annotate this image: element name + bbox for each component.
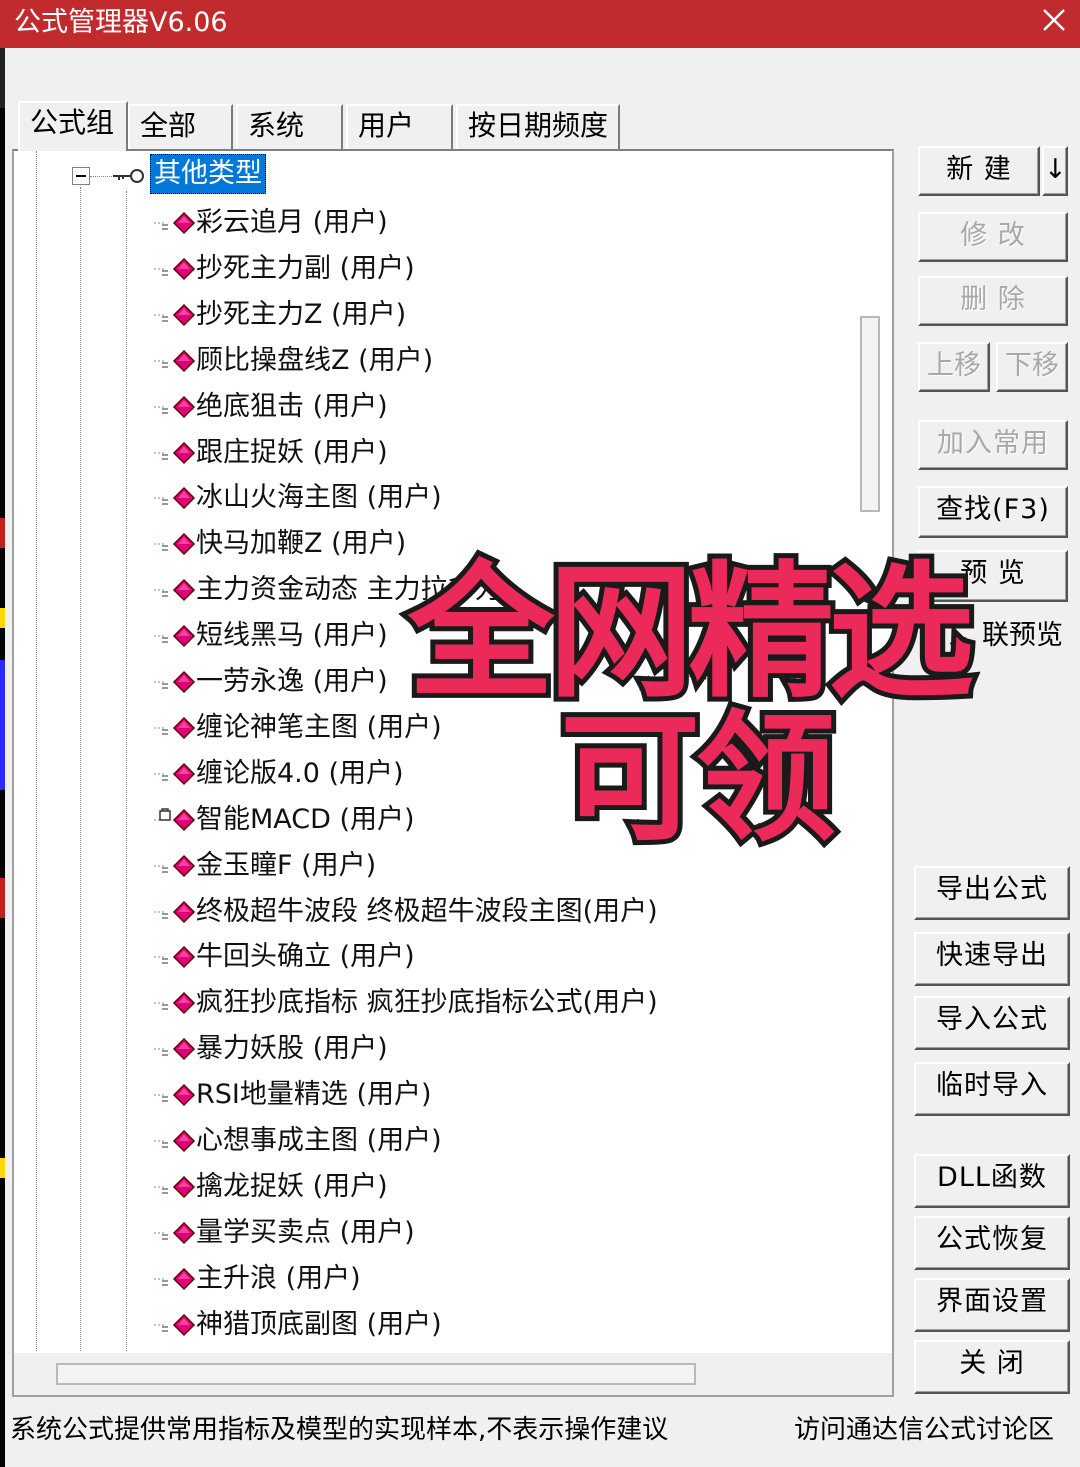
formula-diamond-icon <box>154 992 196 1015</box>
formula-diamond-icon <box>154 579 196 602</box>
formula-diamond-icon <box>154 441 196 464</box>
tree-view: 其他类型 彩云追月 (用户) 抄死主力副 (用户) 抄死主力Z (用户) 顾比操盘线Z… <box>14 151 880 1351</box>
vertical-scrollbar-thumb[interactable] <box>860 316 880 512</box>
formula-diamond-icon <box>154 670 196 694</box>
formula-diamond-icon <box>154 716 196 739</box>
tree-item-label: 智能MACD (用户) <box>196 803 415 835</box>
tree-item-label: RSI地量精选 (用户) <box>196 1079 432 1111</box>
formula-diamond-icon <box>154 1313 196 1336</box>
tree-item-label: 缠论神笔主图 (用户) <box>196 711 442 743</box>
tree-item-label: 一劳永逸 (用户) <box>196 666 388 697</box>
close-icon[interactable] <box>1038 4 1070 36</box>
formula-diamond-icon <box>154 349 196 372</box>
modify-button[interactable]: 修 改 <box>918 212 1068 262</box>
tree-item-label: 神猎顶底副图 (用户) <box>196 1308 442 1340</box>
horizontal-scrollbar[interactable] <box>14 1353 892 1395</box>
tree-item-label: 心想事成主图 (用户) <box>196 1125 442 1156</box>
tree-item-label: 缠论版4.0 (用户) <box>196 757 404 789</box>
tree-item-label: 冰山火海主图 (用户) <box>196 482 442 514</box>
formula-diamond-icon <box>154 395 196 418</box>
tree-item-label: 牛回头确立 (用户) <box>196 941 415 973</box>
forum-link[interactable]: 访问通达信公式讨论区 <box>794 1410 1054 1450</box>
formula-diamond-icon <box>154 946 196 969</box>
formula-diamond-icon <box>154 211 196 235</box>
locked-formula-icon <box>154 807 196 831</box>
formula-diamond-icon <box>154 1221 196 1244</box>
add-to-common-button[interactable]: 加入常用 <box>918 420 1068 470</box>
tree-item-label: 金玉瞳F (用户) <box>196 849 377 881</box>
tree-item-label: 快马加鞭Z (用户) <box>196 528 407 560</box>
new-button[interactable]: 新 建 <box>918 146 1040 196</box>
tab-user[interactable]: 用户 <box>346 104 453 150</box>
move-down-button[interactable]: 下移 <box>996 342 1068 392</box>
title-bar: 公式管理器V6.06 <box>0 0 1080 48</box>
tree-root-node[interactable]: 其他类型 <box>150 154 266 194</box>
formula-diamond-icon <box>154 303 196 326</box>
preview-button[interactable]: 预 览 <box>918 550 1068 602</box>
formula-diamond-icon <box>154 762 196 785</box>
formula-tree[interactable]: 其他类型 彩云追月 (用户) 抄死主力副 (用户) 抄死主力Z (用户) 顾比操盘线Z… <box>12 149 894 1397</box>
formula-diamond-icon <box>154 625 196 648</box>
tree-item-label: 绝底狙击 (用户) <box>196 390 388 422</box>
formula-diamond-icon <box>154 1175 196 1198</box>
delete-button[interactable]: 删 除 <box>918 276 1068 326</box>
tree-item-label: 抄死主力副 (用户) <box>196 252 415 284</box>
quick-export-button[interactable]: 快速导出 <box>914 932 1070 986</box>
formula-diamond-icon <box>154 1084 196 1107</box>
tab-all[interactable]: 全部 <box>128 104 233 150</box>
tree-item-label: 彩云追月 (用户) <box>196 207 388 238</box>
formula-diamond-icon <box>154 533 196 556</box>
formula-diamond-icon <box>154 854 196 877</box>
tab-by-date-frequency[interactable]: 按日期频度 <box>456 104 620 150</box>
formula-diamond-icon <box>154 1129 196 1153</box>
formula-diamond-icon <box>154 257 196 280</box>
formula-diamond-icon <box>154 1038 196 1061</box>
tree-item-label: 主升浪 (用户) <box>196 1262 361 1294</box>
formula-diamond-icon <box>154 900 196 923</box>
new-dropdown-button[interactable]: ↓ <box>1042 146 1068 196</box>
formula-diamond-icon <box>154 1267 196 1290</box>
key-icon <box>113 169 144 183</box>
tree-item-label: 终极超牛波段 终极超牛波段主图(用户) <box>196 895 658 927</box>
import-formula-button[interactable]: 导入公式 <box>914 996 1070 1050</box>
find-button[interactable]: 查找(F3) <box>918 486 1068 538</box>
ui-settings-button[interactable]: 界面设置 <box>914 1278 1070 1332</box>
tab-system[interactable]: 系统 <box>236 104 343 150</box>
export-formula-button[interactable]: 导出公式 <box>914 866 1070 920</box>
tree-item-label: 擒龙捉妖 (用户) <box>196 1170 388 1202</box>
tree-item-label: 跟庄捉妖 (用户) <box>196 436 388 468</box>
horizontal-scrollbar-thumb[interactable] <box>56 1363 696 1385</box>
tree-item-label: 短线黑马 (用户) <box>196 620 388 652</box>
move-up-button[interactable]: 上移 <box>918 342 990 392</box>
dll-function-button[interactable]: DLL函数 <box>914 1154 1070 1208</box>
tree-item-label: 主力资金动态 主力拉升力 <box>196 574 502 606</box>
tree-item-label: 疯狂抄底指标 疯狂抄底指标公式(用户) <box>196 987 658 1019</box>
tree-item-label: 暴力妖股 (用户) <box>196 1033 388 1065</box>
window-title: 公式管理器V6.06 <box>14 7 228 38</box>
status-hint: 系统公式提供常用指标及模型的实现样本,不表示操作建议 <box>10 1415 669 1445</box>
linked-preview-option[interactable]: 联预览 <box>982 616 1063 656</box>
restore-formula-button[interactable]: 公式恢复 <box>914 1216 1070 1270</box>
tree-collapse-toggle[interactable] <box>72 167 90 185</box>
close-button[interactable]: 关 闭 <box>914 1340 1070 1394</box>
temp-import-button[interactable]: 临时导入 <box>914 1062 1070 1116</box>
formula-diamond-icon <box>154 487 196 510</box>
tree-item-label: 顾比操盘线Z (用户) <box>196 344 434 376</box>
tab-formula-group[interactable]: 公式组 <box>18 101 128 151</box>
tree-item-label: 抄死主力Z (用户) <box>196 298 407 330</box>
tree-item-label: 量学买卖点 (用户) <box>196 1216 415 1248</box>
